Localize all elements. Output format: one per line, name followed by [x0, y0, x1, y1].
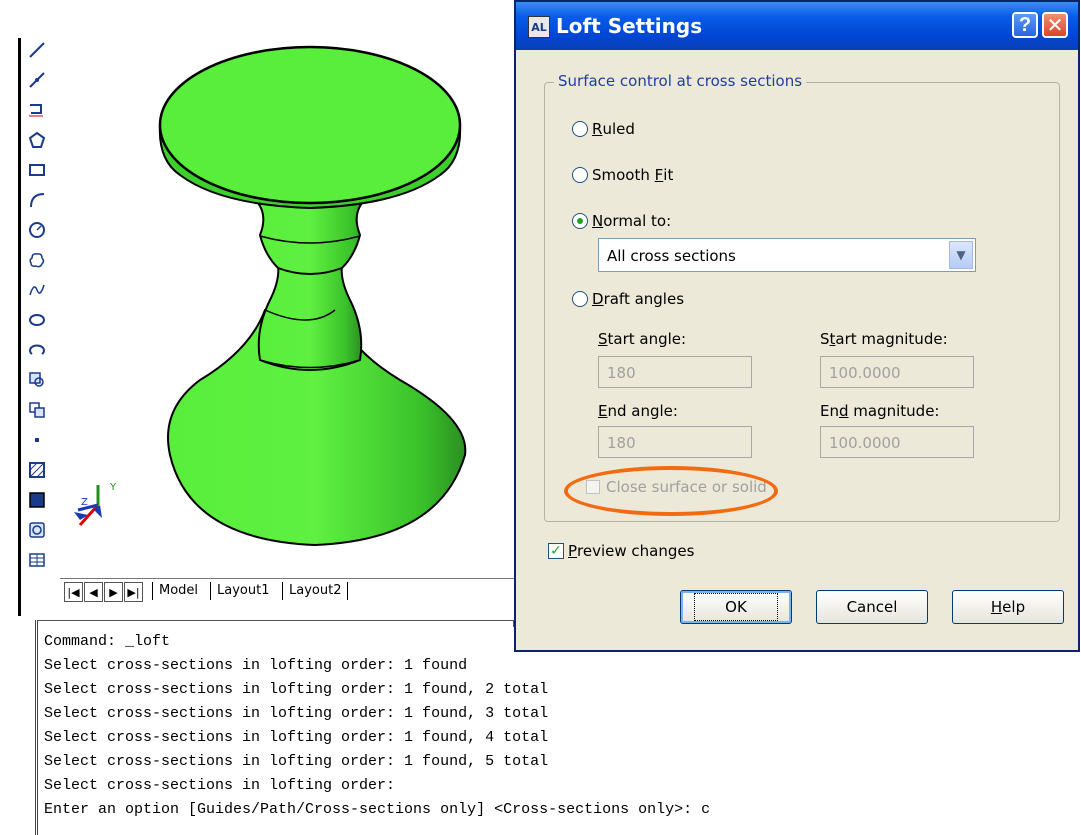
radio-button-icon: [572, 121, 588, 137]
help-button[interactable]: Help: [952, 590, 1064, 624]
start-angle-label: Start angle:: [598, 330, 687, 348]
hatch-icon[interactable]: [25, 458, 49, 482]
insert-block-icon[interactable]: [25, 368, 49, 392]
end-angle-field[interactable]: 180: [598, 426, 752, 458]
gradient-icon[interactable]: [25, 488, 49, 512]
end-angle-label: End angle:: [598, 402, 678, 420]
draft-angles-radio[interactable]: Draft angles: [572, 290, 684, 308]
command-history[interactable]: Command: _loft Select cross-sections in …: [35, 620, 1081, 835]
normal-to-select[interactable]: All cross sections ▼: [598, 238, 976, 272]
radio-selected-icon: [572, 213, 588, 229]
spline-icon[interactable]: [25, 278, 49, 302]
preview-changes-checkbox[interactable]: ✓ Preview changes: [548, 542, 694, 560]
arc-icon[interactable]: [25, 188, 49, 212]
command-line: Select cross-sections in lofting order: …: [44, 705, 549, 722]
first-tab-button[interactable]: |◀: [64, 582, 83, 602]
tab-layout1[interactable]: Layout1: [210, 582, 269, 600]
dialog-title: Loft Settings: [556, 14, 703, 38]
circle-icon[interactable]: [25, 218, 49, 242]
ruled-radio[interactable]: Ruled: [572, 120, 635, 138]
ucs-y-label: Y: [110, 482, 117, 493]
draw-toolbar: [18, 38, 51, 616]
start-magnitude-field[interactable]: 100.0000: [820, 356, 974, 388]
table-icon[interactable]: [25, 548, 49, 572]
end-magnitude-label: End magnitude:: [820, 402, 940, 420]
ellipse-arc-icon[interactable]: [25, 338, 49, 362]
ellipse-icon[interactable]: [25, 308, 49, 332]
polyline-icon[interactable]: [25, 98, 49, 122]
start-magnitude-label: Start magnitude:: [820, 330, 948, 348]
highlight-ellipse: [564, 466, 778, 516]
layout-tabs-bar: |◀ ◀ ▶ ▶| Model Layout1 Layout2: [60, 578, 520, 607]
command-line: Command: _loft: [44, 633, 171, 650]
normal-to-value: All cross sections: [607, 247, 736, 265]
checkbox-checked-icon: ✓: [548, 543, 564, 559]
tab-model[interactable]: Model: [152, 582, 198, 600]
command-line: Select cross-sections in lofting order:: [44, 777, 396, 794]
command-line: Select cross-sections in lofting order: …: [44, 657, 468, 674]
start-angle-field[interactable]: 180: [598, 356, 752, 388]
construction-line-icon[interactable]: [25, 68, 49, 92]
help-icon[interactable]: ?: [1012, 12, 1038, 38]
loft-app-icon: AL: [528, 16, 550, 38]
radio-button-icon: [572, 291, 588, 307]
loft-settings-dialog: AL Loft Settings ? ✕ Surface control at …: [514, 0, 1080, 652]
model-viewport[interactable]: Z Y: [60, 0, 515, 576]
next-tab-button[interactable]: ▶: [104, 582, 123, 602]
radio-button-icon: [572, 167, 588, 183]
ucs-z-label: Z: [81, 497, 88, 508]
close-icon[interactable]: ✕: [1042, 12, 1068, 38]
point-icon[interactable]: [25, 428, 49, 452]
normal-to-radio[interactable]: Normal to:: [572, 212, 671, 230]
make-block-icon[interactable]: [25, 398, 49, 422]
region-icon[interactable]: [25, 518, 49, 542]
command-line: Select cross-sections in lofting order: …: [44, 729, 549, 746]
end-magnitude-field[interactable]: 100.0000: [820, 426, 974, 458]
command-line: Select cross-sections in lofting order: …: [44, 681, 549, 698]
command-line: Select cross-sections in lofting order: …: [44, 753, 549, 770]
polygon-icon[interactable]: [25, 128, 49, 152]
ok-button[interactable]: OK: [680, 590, 792, 624]
revision-cloud-icon[interactable]: [25, 248, 49, 272]
last-tab-button[interactable]: ▶|: [124, 582, 143, 602]
group-title: Surface control at cross sections: [554, 72, 807, 90]
dialog-titlebar[interactable]: AL Loft Settings ? ✕: [516, 2, 1078, 50]
command-frame: [38, 620, 514, 627]
smooth-fit-radio[interactable]: Smooth Fit: [572, 166, 673, 184]
prev-tab-button[interactable]: ◀: [84, 582, 103, 602]
chevron-down-icon[interactable]: ▼: [949, 241, 973, 269]
tab-layout2[interactable]: Layout2: [282, 582, 349, 600]
cancel-button[interactable]: Cancel: [816, 590, 928, 624]
rectangle-icon[interactable]: [25, 158, 49, 182]
command-line: Enter an option [Guides/Path/Cross-secti…: [44, 801, 711, 818]
line-icon[interactable]: [25, 38, 49, 62]
ucs-icon: [74, 485, 102, 527]
lofted-solid: [74, 45, 467, 547]
